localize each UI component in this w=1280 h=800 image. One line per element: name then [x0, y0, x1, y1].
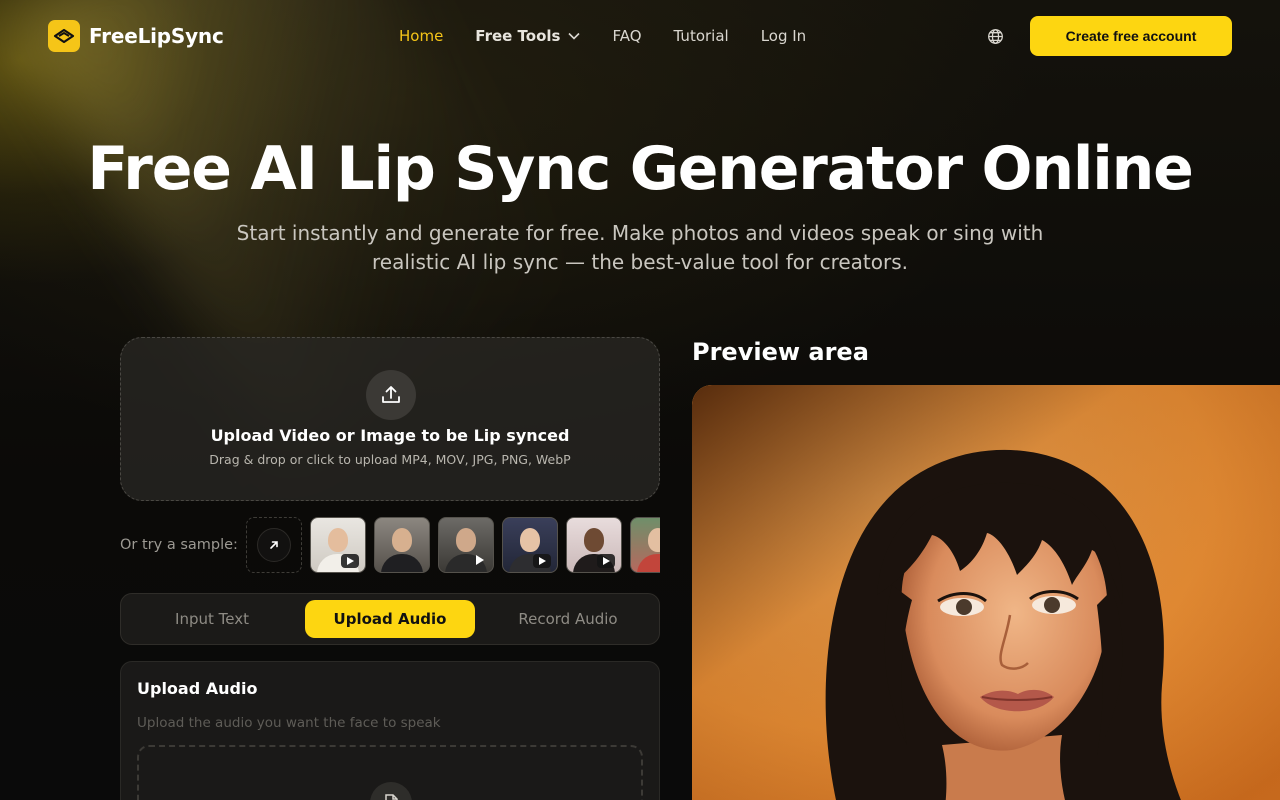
sample-thumbnail[interactable] — [437, 517, 494, 573]
play-icon — [596, 554, 615, 568]
globe-icon[interactable] — [986, 27, 1004, 45]
logo-text: FreeLipSync — [89, 24, 224, 48]
nav-login[interactable]: Log In — [761, 27, 807, 45]
audio-dropzone[interactable] — [137, 745, 643, 800]
page-title: Free AI Lip Sync Generator Online — [87, 134, 1193, 204]
file-audio-icon — [370, 782, 412, 800]
top-nav: FreeLipSync Home Free Tools FAQ Tutorial… — [48, 16, 1232, 56]
play-icon — [340, 554, 359, 568]
main-menu: Home Free Tools FAQ Tutorial Log In — [399, 27, 806, 45]
tab-record-audio[interactable]: Record Audio — [483, 600, 653, 638]
preview-image — [692, 385, 1280, 800]
play-icon — [475, 555, 484, 565]
upload-title: Upload Video or Image to be Lip synced — [210, 426, 570, 445]
upload-icon — [366, 370, 416, 420]
upload-hint: Drag & drop or click to upload MP4, MOV,… — [209, 452, 571, 467]
audio-source-tabs: Input Text Upload Audio Record Audio — [120, 593, 660, 645]
nav-free-tools-label: Free Tools — [475, 27, 561, 45]
nav-tutorial[interactable]: Tutorial — [674, 27, 729, 45]
more-samples-button[interactable] — [245, 517, 302, 573]
sample-row: Or try a sample: — [120, 517, 660, 573]
chevron-down-icon — [568, 32, 581, 40]
upload-audio-hint: Upload the audio you want the face to sp… — [137, 715, 441, 731]
hero-subtitle: Start instantly and generate for free. M… — [236, 221, 1044, 274]
tab-input-text[interactable]: Input Text — [127, 600, 297, 638]
create-account-button[interactable]: Create free account — [1030, 16, 1232, 56]
sample-thumbnail[interactable] — [373, 517, 430, 573]
logo-icon — [48, 20, 80, 52]
sample-label: Or try a sample: — [120, 537, 238, 553]
logo[interactable]: FreeLipSync — [48, 20, 224, 52]
upload-audio-title: Upload Audio — [137, 679, 258, 698]
sample-thumbnail[interactable] — [565, 517, 622, 573]
tab-upload-audio[interactable]: Upload Audio — [305, 600, 475, 638]
sample-thumbnail[interactable] — [501, 517, 558, 573]
video-image-upload-dropzone[interactable]: Upload Video or Image to be Lip synced D… — [120, 337, 660, 501]
sample-thumbnail[interactable] — [309, 517, 366, 573]
play-icon — [532, 554, 551, 568]
arrow-up-right-icon — [256, 528, 291, 562]
nav-free-tools[interactable]: Free Tools — [475, 27, 581, 45]
upload-audio-panel: Upload Audio Upload the audio you want t… — [120, 661, 660, 800]
nav-faq[interactable]: FAQ — [612, 27, 641, 45]
sample-thumbnail[interactable] — [629, 517, 660, 573]
preview-title: Preview area — [692, 338, 869, 366]
nav-home[interactable]: Home — [399, 27, 443, 45]
